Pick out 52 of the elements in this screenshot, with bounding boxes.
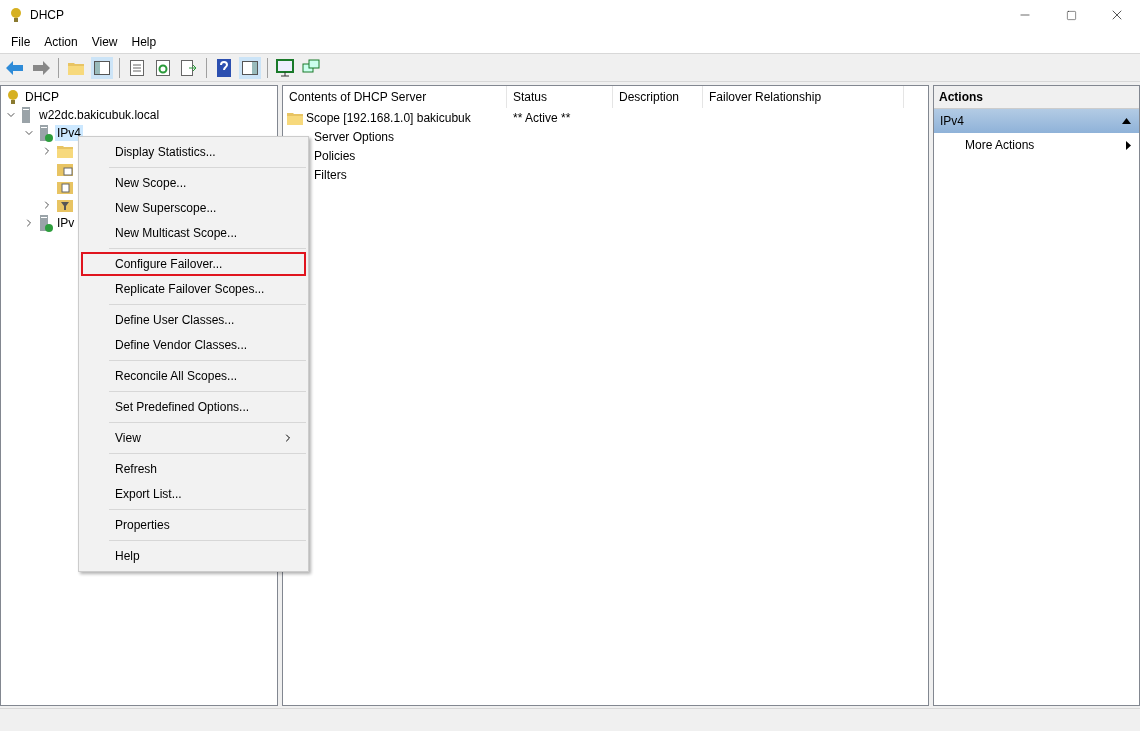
filter-folder-icon (57, 198, 73, 212)
context-menu-item[interactable]: Set Predefined Options... (81, 395, 306, 419)
menu-item[interactable]: View (84, 32, 125, 51)
column-header[interactable]: Description (613, 86, 703, 108)
folder-icon (287, 110, 303, 125)
table-cell[interactable]: Server Options (314, 129, 395, 144)
trophy-icon (5, 89, 21, 105)
menu-item[interactable]: File (4, 32, 38, 51)
context-menu-item[interactable]: Reconcile All Scopes... (81, 364, 306, 388)
column-header[interactable]: Status (507, 86, 613, 108)
context-menu-item[interactable]: New Multicast Scope... (81, 221, 306, 245)
column-header[interactable]: Failover Relationship (703, 86, 904, 108)
context-menu-item[interactable]: New Scope... (81, 171, 306, 195)
table-cell: ** Active ** (513, 110, 571, 125)
actions-section-header[interactable]: IPv4 (934, 109, 1139, 133)
context-menu-item[interactable]: Configure Failover... (81, 252, 306, 276)
context-menu-item[interactable]: Display Statistics... (81, 140, 306, 164)
action-pane-button[interactable] (239, 56, 261, 79)
tree-item[interactable]: w22dc.bakicubuk.local (37, 107, 162, 123)
context-menu-item[interactable]: View (81, 426, 306, 450)
context-menu-item[interactable]: Define User Classes... (81, 308, 306, 332)
context-menu-item[interactable]: Export List... (81, 482, 306, 506)
folder-icon (57, 144, 73, 158)
context-menu-item[interactable]: Refresh (81, 457, 306, 481)
tree-item[interactable]: IPv4 (55, 125, 83, 141)
table-cell[interactable]: Scope [192.168.1.0] bakicubuk (306, 110, 471, 125)
trophy-icon (8, 7, 24, 23)
submenu-triangle-icon (1126, 140, 1131, 150)
menu-item[interactable]: Action (37, 32, 85, 51)
server-check-icon (39, 124, 53, 142)
server-check-icon (39, 214, 53, 232)
table-cell[interactable]: Filters (314, 167, 347, 182)
tree-item[interactable]: IPv (55, 215, 77, 231)
context-menu-item[interactable]: Help (81, 544, 306, 568)
column-header[interactable]: Contents of DHCP Server (283, 86, 507, 108)
context-menu-item[interactable]: New Superscope... (81, 196, 306, 220)
context-menu-item[interactable]: Replicate Failover Scopes... (81, 277, 306, 301)
policy-folder-icon (57, 180, 73, 194)
context-menu-item[interactable]: Define Vendor Classes... (81, 333, 306, 357)
menu-item[interactable]: Help (124, 32, 164, 51)
actions-header: Actions (934, 86, 1139, 109)
console-tree-button[interactable] (91, 56, 113, 79)
options-folder-icon (57, 162, 73, 176)
monitor-button[interactable] (274, 56, 296, 79)
table-cell[interactable]: Policies (314, 148, 356, 163)
context-menu-item[interactable]: Properties (81, 513, 306, 537)
window-title: DHCP (30, 8, 65, 22)
tree-item[interactable]: DHCP (23, 89, 61, 105)
action-item[interactable]: More Actions (934, 133, 1139, 157)
collapse-triangle-icon (1122, 118, 1131, 124)
maximize-icon (1065, 9, 1077, 21)
folder-arrow-icon (68, 60, 84, 75)
